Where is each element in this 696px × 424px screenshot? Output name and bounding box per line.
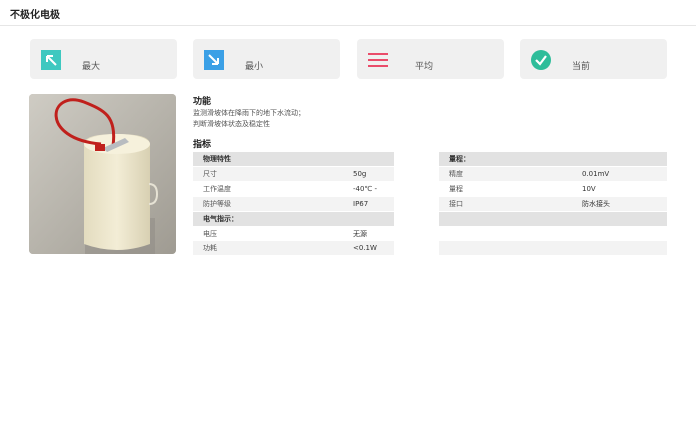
check-circle-icon xyxy=(531,50,551,70)
spec-group-header-empty xyxy=(439,212,667,226)
specs-title: 指标 xyxy=(193,140,212,150)
table-row: 防护等级 IP67 xyxy=(193,197,394,211)
table-row-empty xyxy=(439,241,667,255)
stat-label-min: 最小 xyxy=(245,62,264,72)
function-line-1: 监测滑坡体在降雨下的地下水流动； xyxy=(193,109,305,117)
arrow-down-right-icon xyxy=(204,50,224,70)
page-title: 不极化电极 xyxy=(10,10,60,21)
table-row: 接口 防水接头 xyxy=(439,197,667,211)
function-line-2: 判断滑坡体状态及稳定性 xyxy=(193,120,270,128)
stat-label-current: 当前 xyxy=(572,62,591,72)
stat-card-current[interactable]: 当前 xyxy=(520,39,667,79)
stat-card-min[interactable]: 最小 xyxy=(193,39,340,79)
arrow-up-left-icon xyxy=(41,50,61,70)
page-header: 不极化电极 xyxy=(0,0,696,26)
table-row-empty xyxy=(439,227,667,241)
spec-group-header: 物理特性 xyxy=(193,152,394,166)
table-row: 量程 10V xyxy=(439,182,667,196)
electrode-image xyxy=(29,94,176,254)
product-photo xyxy=(29,94,176,254)
table-row: 功耗 <0.1W xyxy=(193,241,394,255)
spec-table-left: 物理特性 尺寸 50g 工作温度 -40℃ - +80℃ 防护等级 IP67 电… xyxy=(193,152,394,255)
table-row: 电压 无源 xyxy=(193,227,394,241)
stat-card-max[interactable]: 最大 xyxy=(30,39,177,79)
stat-label-max: 最大 xyxy=(82,62,101,72)
table-row: 工作温度 -40℃ - +80℃ xyxy=(193,182,394,207)
spec-group-header: 电气指示： xyxy=(193,212,394,226)
spec-group-header: 量程： xyxy=(439,152,667,166)
function-title: 功能 xyxy=(193,97,212,107)
spec-table-right: 量程： 精度 0.01mV 量程 10V 接口 防水接头 xyxy=(439,152,667,255)
stat-label-avg: 平均 xyxy=(415,62,434,72)
lines-icon xyxy=(368,53,388,67)
table-row: 精度 0.01mV xyxy=(439,167,667,181)
stat-card-avg[interactable]: 平均 xyxy=(357,39,504,79)
table-row: 尺寸 50g xyxy=(193,167,394,181)
stat-cards: 最大 最小 平均 当前 xyxy=(30,39,667,79)
